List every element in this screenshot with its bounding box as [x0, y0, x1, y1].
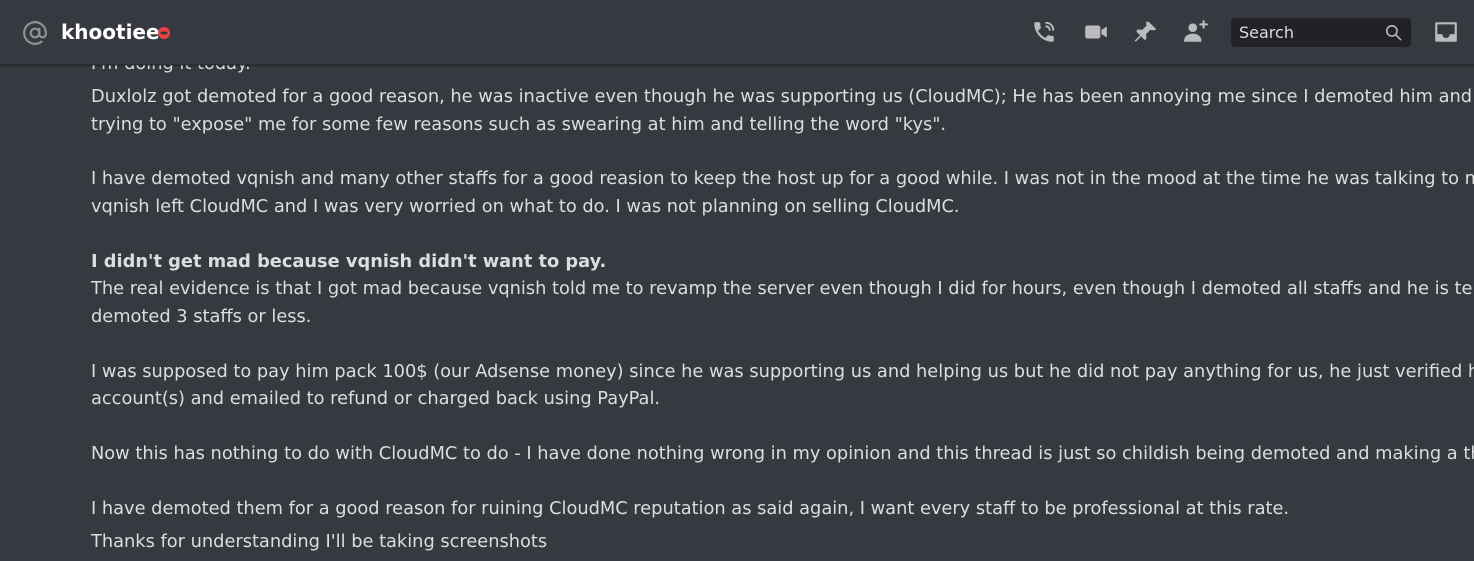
message-line: demoted 3 staffs or less. [91, 306, 312, 327]
message-line: vqnish left CloudMC and I was very worri… [91, 196, 960, 217]
message-list: I'm doing it today. Duxlolz got demoted … [0, 0, 1474, 561]
message-line: account(s) and emailed to refund or char… [91, 388, 661, 409]
message-line: Duxlolz got demoted for a good reason, h… [91, 86, 1474, 107]
message-line: I was supposed to pay him pack 100$ (our… [91, 361, 1474, 382]
message-line: Thanks for understanding I'll be taking … [91, 531, 548, 552]
voice-call-icon[interactable] [1031, 19, 1057, 45]
inbox-icon[interactable] [1433, 19, 1459, 45]
add-friend-icon[interactable] [1183, 19, 1209, 45]
channel-header: khootiee [0, 0, 1474, 65]
message-line: trying to "expose" me for some few reaso… [91, 114, 947, 135]
search-bar[interactable] [1231, 18, 1411, 47]
message-line: I have demoted vqnish and many other sta… [91, 168, 1474, 189]
message-line-bold: I didn't get mad because vqnish didn't w… [91, 251, 607, 272]
search-icon[interactable] [1384, 23, 1403, 42]
pin-icon[interactable] [1133, 19, 1159, 45]
at-icon [23, 21, 47, 45]
dnd-status-icon [158, 27, 170, 39]
message-line: The real evidence is that I got mad beca… [91, 278, 1474, 299]
dm-username: khootiee [61, 20, 160, 44]
video-call-icon[interactable] [1083, 19, 1109, 45]
search-input[interactable] [1231, 18, 1379, 47]
message-line: I have demoted them for a good reason fo… [91, 498, 1290, 519]
message-line: Now this has nothing to do with CloudMC … [91, 443, 1474, 464]
